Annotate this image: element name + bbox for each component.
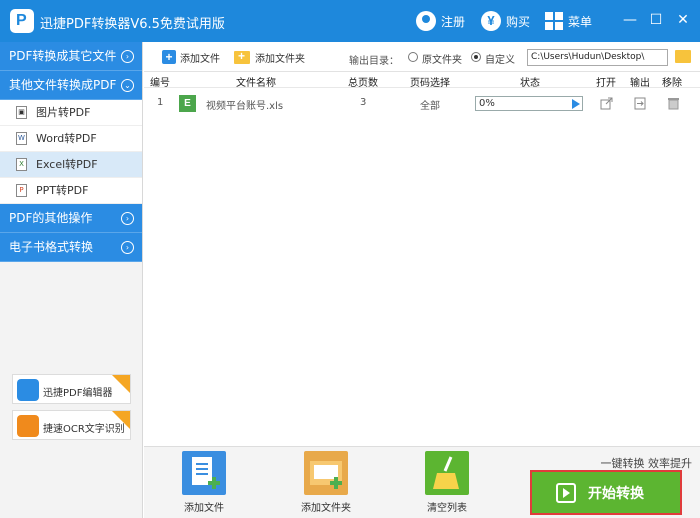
image-file-icon: ▣ — [16, 106, 27, 119]
row-index: 1 — [157, 97, 164, 108]
col-pages: 总页数 — [348, 78, 378, 89]
slogan-text: 一键转换 效率提升 — [600, 457, 693, 470]
add-file-icon — [182, 451, 226, 495]
radio-custom-label: 自定义 — [485, 55, 515, 66]
broom-icon — [425, 451, 469, 495]
app-logo-icon: P — [10, 9, 34, 33]
big-add-folder-label: 添加文件夹 — [301, 503, 351, 514]
col-index: 编号 — [150, 78, 170, 89]
menu-label: 菜单 — [568, 14, 593, 29]
add-file-button[interactable]: + 添加文件 — [162, 49, 220, 65]
row-pages: 3 — [360, 97, 367, 108]
sidebar-item-image-to-pdf[interactable]: ▣ 图片转PDF — [0, 100, 142, 126]
sidebar-item-label: Excel转PDF — [36, 158, 98, 171]
title-bar: P 迅捷PDF转换器V6.5免费试用版 注册 ¥ 购买 菜单 — ☐ ✕ — [0, 0, 700, 42]
folder-plus-icon — [234, 49, 250, 64]
sidebar-item-excel-to-pdf[interactable]: X Excel转PDF — [0, 152, 142, 178]
sidebar-item-label: PPT转PDF — [36, 184, 89, 197]
play-icon — [556, 482, 576, 503]
register-label: 注册 — [441, 14, 466, 29]
row-filename: 视频平台账号.xls — [206, 101, 284, 112]
big-add-file-label: 添加文件 — [184, 503, 224, 514]
row-progress-bar: 0% — [475, 96, 583, 111]
promo-pdf-editor[interactable]: 迅捷PDF编辑器 — [12, 374, 131, 404]
promo-ocr[interactable]: 捷速OCR文字识别 — [12, 410, 131, 440]
close-button[interactable]: ✕ — [673, 10, 693, 30]
sidebar-category-ebook-convert[interactable]: 电子书格式转换 › — [0, 233, 142, 262]
start-convert-label: 开始转换 — [588, 485, 644, 502]
col-filename: 文件名称 — [236, 78, 276, 89]
chevron-right-icon: › — [121, 50, 134, 63]
register-button[interactable]: 注册 — [416, 10, 465, 32]
radio-original-label: 原文件夹 — [422, 55, 462, 66]
yen-icon: ¥ — [481, 11, 501, 31]
file-table-header: 编号 文件名称 总页数 页码选择 状态 打开 输出 移除 — [144, 72, 700, 89]
maximize-button[interactable]: ☐ — [646, 10, 666, 30]
sidebar-item-word-to-pdf[interactable]: W Word转PDF — [0, 126, 142, 152]
output-dir-label: 输出目录： — [349, 56, 399, 67]
add-folder-icon — [304, 451, 348, 495]
word-file-icon: W — [16, 132, 27, 145]
new-badge-icon — [112, 411, 130, 429]
sidebar-category-other-to-pdf[interactable]: 其他文件转换成PDF ⌄ — [0, 71, 142, 100]
excel-file-icon: X — [16, 158, 27, 171]
add-folder-button[interactable]: 添加文件夹 — [234, 49, 305, 65]
buy-button[interactable]: ¥ 购买 — [481, 10, 530, 32]
output-path-input[interactable]: C:\Users\Hudun\Desktop\ — [527, 49, 668, 66]
minimize-button[interactable]: — — [620, 10, 640, 30]
plus-icon: + — [162, 50, 176, 64]
sidebar-item-ppt-to-pdf[interactable]: P PPT转PDF — [0, 178, 142, 204]
progress-text: 0% — [479, 98, 495, 109]
app-logo-letter: P — [16, 12, 27, 29]
big-add-file-button[interactable]: 添加文件 — [174, 451, 234, 514]
user-icon — [416, 11, 436, 31]
open-external-icon[interactable] — [600, 97, 613, 110]
clear-list-label: 清空列表 — [427, 503, 467, 514]
toolbar: + 添加文件 添加文件夹 输出目录： 原文件夹 自定义 C:\Users\Hud… — [144, 42, 700, 72]
col-remove: 移除 — [662, 78, 682, 89]
excel-file-icon: E — [179, 95, 196, 112]
menu-button[interactable]: 菜单 — [545, 10, 592, 32]
chevron-down-icon: ⌄ — [121, 79, 134, 92]
radio-original-folder[interactable] — [408, 52, 418, 62]
play-icon[interactable] — [572, 99, 580, 109]
chevron-right-icon: › — [121, 241, 134, 254]
sidebar-item-label: 图片转PDF — [36, 106, 91, 119]
sidebar-item-label: Word转PDF — [36, 132, 97, 145]
col-page-range: 页码选择 — [410, 78, 450, 89]
sidebar-category-pdf-to-other[interactable]: PDF转换成其它文件 › — [0, 42, 142, 71]
col-output: 输出 — [630, 78, 650, 89]
start-convert-button[interactable]: 开始转换 — [530, 470, 682, 515]
sidebar: PDF转换成其它文件 › 其他文件转换成PDF ⌄ ▣ 图片转PDF W Wor… — [0, 42, 143, 518]
row-page-range[interactable]: 全部 — [420, 97, 440, 112]
output-icon[interactable] — [634, 97, 647, 110]
sidebar-category-pdf-other-ops[interactable]: PDF的其他操作 › — [0, 204, 142, 233]
trash-icon[interactable] — [667, 97, 680, 110]
radio-custom-folder[interactable] — [471, 52, 481, 62]
sidebar-category-label: 电子书格式转换 — [9, 240, 94, 254]
add-folder-label: 添加文件夹 — [255, 53, 305, 65]
promo-label: 迅捷PDF编辑器 — [43, 388, 113, 399]
app-title: 迅捷PDF转换器V6.5免费试用版 — [40, 17, 225, 32]
ocr-icon — [17, 415, 39, 437]
buy-label: 购买 — [506, 14, 531, 29]
pdf-editor-icon — [17, 379, 39, 401]
chevron-right-icon: › — [121, 212, 134, 225]
new-badge-icon — [112, 375, 130, 393]
sidebar-category-label: PDF的其他操作 — [9, 211, 93, 225]
add-file-label: 添加文件 — [180, 53, 220, 65]
sidebar-category-label: 其他文件转换成PDF — [9, 78, 117, 92]
browse-folder-icon[interactable] — [675, 50, 691, 63]
bottom-panel: 添加文件 添加文件夹 清空列表 一键转换 效率提升 开始转换 — [144, 446, 700, 518]
grid-icon — [545, 12, 563, 30]
table-row[interactable]: 1 E 视频平台账号.xls 3 全部 0% — [144, 91, 700, 117]
col-open: 打开 — [596, 78, 616, 89]
ppt-file-icon: P — [16, 184, 27, 197]
sidebar-category-label: PDF转换成其它文件 — [9, 49, 117, 63]
big-add-folder-button[interactable]: 添加文件夹 — [296, 451, 356, 514]
col-status: 状态 — [520, 78, 540, 89]
clear-list-button[interactable]: 清空列表 — [417, 451, 477, 514]
